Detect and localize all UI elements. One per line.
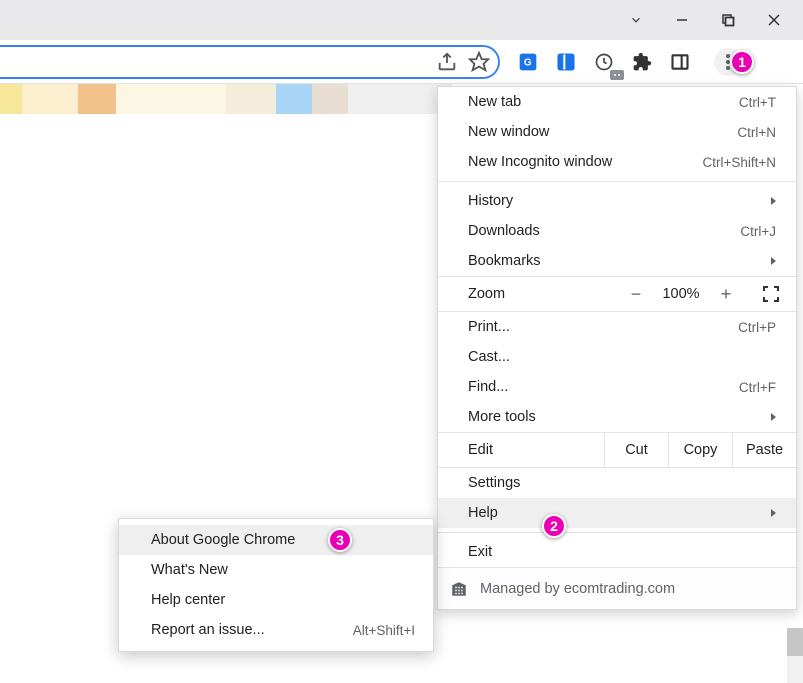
star-icon[interactable] xyxy=(468,51,490,73)
menu-bookmarks[interactable]: Bookmarks xyxy=(438,246,796,276)
menu-label: New Incognito window xyxy=(468,154,702,170)
menu-label: Print... xyxy=(468,319,738,335)
menu-help[interactable]: Help xyxy=(438,498,796,528)
menu-label: Cast... xyxy=(468,349,776,365)
sidepanel-icon[interactable] xyxy=(668,50,692,74)
browser-toolbar: G xyxy=(0,40,803,84)
menu-separator xyxy=(438,181,796,182)
tab-chevron-icon[interactable] xyxy=(613,0,659,40)
menu-shortcut: Ctrl+T xyxy=(739,95,776,110)
managed-label: Managed by ecomtrading.com xyxy=(480,581,675,597)
color-swatch xyxy=(312,84,348,114)
menu-label: New tab xyxy=(468,94,739,110)
submenu-label: About Google Chrome xyxy=(151,532,415,548)
menu-zoom: Zoom − 100% + xyxy=(438,276,796,312)
menu-history[interactable]: History xyxy=(438,186,796,216)
history-icon[interactable] xyxy=(592,50,616,74)
zoom-in-button[interactable]: + xyxy=(706,284,746,305)
submenu-whats-new[interactable]: What's New xyxy=(119,555,433,585)
zoom-out-button[interactable]: − xyxy=(616,284,656,305)
color-swatch xyxy=(22,84,78,114)
menu-new-tab[interactable]: New tab Ctrl+T xyxy=(438,87,796,117)
menu-new-incognito[interactable]: New Incognito window Ctrl+Shift+N xyxy=(438,147,796,177)
screenshot-icon[interactable] xyxy=(554,50,578,74)
submenu-about-chrome[interactable]: About Google Chrome xyxy=(119,525,433,555)
zoom-label: Zoom xyxy=(468,286,616,302)
window-titlebar xyxy=(0,0,803,40)
annotation-badge-1: 1 xyxy=(730,50,754,74)
menu-label: Exit xyxy=(468,544,776,560)
zoom-value: 100% xyxy=(656,286,706,302)
edit-label: Edit xyxy=(468,442,604,458)
menu-new-window[interactable]: New window Ctrl+N xyxy=(438,117,796,147)
annotation-badge-3: 3 xyxy=(328,528,352,552)
close-button[interactable] xyxy=(751,0,797,40)
submenu-label: What's New xyxy=(151,562,415,578)
maximize-button[interactable] xyxy=(705,0,751,40)
menu-managed[interactable]: Managed by ecomtrading.com xyxy=(438,567,796,609)
color-swatch xyxy=(226,84,276,114)
extension-icons: G xyxy=(506,48,742,76)
submenu-label: Report an issue... xyxy=(151,622,353,638)
menu-edit: Edit Cut Copy Paste xyxy=(438,432,796,468)
menu-label: Downloads xyxy=(468,223,740,239)
menu-label: Bookmarks xyxy=(468,253,763,269)
menu-settings[interactable]: Settings xyxy=(438,468,796,498)
menu-shortcut: Ctrl+P xyxy=(738,320,776,335)
menu-label: Settings xyxy=(468,475,776,491)
menu-label: History xyxy=(468,193,763,209)
menu-print[interactable]: Print... Ctrl+P xyxy=(438,312,796,342)
minimize-button[interactable] xyxy=(659,0,705,40)
svg-text:G: G xyxy=(524,57,532,68)
color-swatch xyxy=(78,84,116,114)
color-swatch xyxy=(116,84,226,114)
menu-label: Help xyxy=(468,505,763,521)
extension-badge-icon xyxy=(610,70,624,80)
menu-label: Find... xyxy=(468,379,739,395)
building-icon xyxy=(450,580,468,598)
vertical-scrollbar[interactable] xyxy=(787,628,803,683)
chrome-menu: New tab Ctrl+T New window Ctrl+N New Inc… xyxy=(437,86,797,610)
menu-label: New window xyxy=(468,124,737,140)
fullscreen-button[interactable] xyxy=(746,286,796,302)
submenu-help-center[interactable]: Help center xyxy=(119,585,433,615)
menu-label: More tools xyxy=(468,409,763,425)
menu-shortcut: Ctrl+Shift+N xyxy=(702,155,776,170)
cut-button[interactable]: Cut xyxy=(604,433,668,467)
menu-downloads[interactable]: Downloads Ctrl+J xyxy=(438,216,796,246)
menu-find[interactable]: Find... Ctrl+F xyxy=(438,372,796,402)
menu-exit[interactable]: Exit xyxy=(438,537,796,567)
paste-button[interactable]: Paste xyxy=(732,433,796,467)
share-icon[interactable] xyxy=(436,51,458,73)
translate-icon[interactable]: G xyxy=(516,50,540,74)
annotation-badge-2: 2 xyxy=(542,514,566,538)
extensions-icon[interactable] xyxy=(630,50,654,74)
menu-shortcut: Ctrl+F xyxy=(739,380,776,395)
submenu-label: Help center xyxy=(151,592,415,608)
color-swatch xyxy=(276,84,312,114)
menu-cast[interactable]: Cast... xyxy=(438,342,796,372)
scrollbar-thumb[interactable] xyxy=(787,628,803,656)
copy-button[interactable]: Copy xyxy=(668,433,732,467)
menu-more-tools[interactable]: More tools xyxy=(438,402,796,432)
submenu-report-issue[interactable]: Report an issue... Alt+Shift+I xyxy=(119,615,433,645)
menu-shortcut: Ctrl+J xyxy=(740,224,776,239)
help-submenu: About Google Chrome What's New Help cent… xyxy=(118,518,434,652)
address-bar[interactable] xyxy=(0,45,500,79)
color-swatch xyxy=(0,84,22,114)
submenu-shortcut: Alt+Shift+I xyxy=(353,623,415,638)
menu-separator xyxy=(438,532,796,533)
menu-shortcut: Ctrl+N xyxy=(737,125,776,140)
